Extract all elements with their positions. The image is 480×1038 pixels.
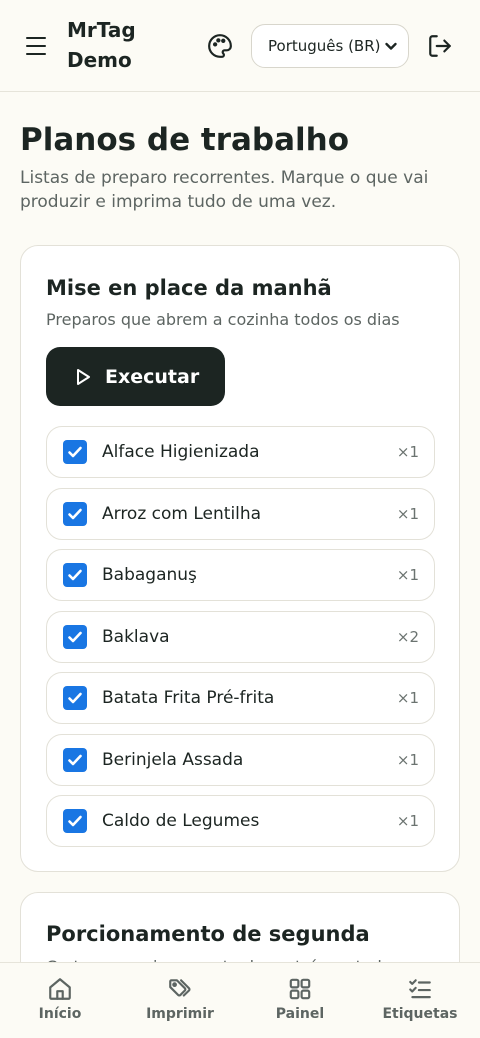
- run-button-label: Executar: [105, 365, 200, 388]
- check-icon: [68, 815, 82, 827]
- list-item[interactable]: Baklava ×2: [46, 610, 435, 663]
- bottom-nav: Início Imprimir Painel Etiquetas: [0, 962, 480, 1038]
- item-name: Alface Higienizada: [102, 442, 260, 462]
- page-title: Planos de trabalho: [20, 122, 350, 158]
- nav-item-print[interactable]: Imprimir: [120, 963, 240, 1038]
- check-icon: [68, 569, 82, 581]
- nav-label: Etiquetas: [382, 1006, 458, 1022]
- nav-label: Imprimir: [146, 1006, 214, 1022]
- list-item[interactable]: Batata Frita Pré-frita ×1: [46, 672, 435, 724]
- item-quantity: ×1: [396, 566, 419, 584]
- home-icon: [49, 978, 71, 1000]
- nav-item-labels[interactable]: Etiquetas: [360, 963, 480, 1038]
- app-header: MrTag Demo Português (BR): [0, 0, 480, 92]
- item-name: Caldo de Legumes: [102, 811, 260, 831]
- item-name: Berinjela Assada: [102, 749, 244, 770]
- list-item[interactable]: Alface Higienizada ×1: [46, 426, 435, 478]
- item-checkbox[interactable]: [63, 440, 87, 464]
- check-icon: [68, 631, 82, 642]
- check-icon: [68, 446, 82, 458]
- menu-icon[interactable]: [24, 36, 48, 56]
- check-icon: [68, 692, 82, 704]
- list-item[interactable]: Babaganuş ×1: [46, 549, 435, 601]
- item-name: Batata Frita Pré-frita: [102, 688, 275, 708]
- tags-icon: [169, 979, 191, 997]
- item-quantity: ×2: [396, 627, 419, 646]
- run-button[interactable]: Executar: [46, 347, 225, 406]
- list-item[interactable]: Berinjela Assada ×1: [46, 733, 435, 786]
- grid-icon: [289, 978, 311, 1000]
- chevron-down-icon: [385, 42, 397, 50]
- logout-icon[interactable]: [427, 33, 453, 59]
- checklist-icon: [409, 979, 431, 999]
- list-item[interactable]: Caldo de Legumes ×1: [46, 795, 435, 847]
- nav-item-dashboard[interactable]: Painel: [240, 963, 360, 1038]
- nav-label: Painel: [275, 1006, 325, 1022]
- item-quantity: ×1: [396, 750, 419, 769]
- nav-label: Início: [38, 1006, 82, 1022]
- item-checkbox[interactable]: [63, 747, 87, 772]
- item-quantity: ×1: [396, 443, 419, 461]
- plan-subtitle: Preparos que abrem a cozinha todos os di…: [46, 310, 400, 329]
- brand-line-1: MrTag: [67, 18, 136, 42]
- language-select[interactable]: Português (BR): [251, 24, 409, 68]
- item-checkbox[interactable]: [63, 809, 87, 833]
- item-quantity: ×1: [396, 812, 419, 830]
- plan-title: Porcionamento de segunda: [46, 922, 370, 946]
- plan-card: Mise en place da manhã Preparos que abre…: [20, 245, 460, 872]
- item-checkbox[interactable]: [63, 624, 87, 649]
- item-name: Baklava: [102, 626, 170, 647]
- item-checkbox[interactable]: [63, 501, 87, 526]
- item-name: Babaganuş: [102, 565, 197, 585]
- palette-icon[interactable]: [207, 33, 233, 59]
- item-quantity: ×1: [396, 504, 419, 523]
- language-select-value: Português (BR): [268, 37, 381, 55]
- check-icon: [68, 508, 82, 519]
- item-name: Arroz com Lentilha: [102, 503, 262, 524]
- play-icon: [77, 368, 90, 385]
- plan-items-list: Alface Higienizada ×1 Arroz com Lentilha…: [46, 426, 435, 857]
- item-checkbox[interactable]: [63, 563, 87, 587]
- plan-title: Mise en place da manhã: [46, 276, 332, 300]
- item-quantity: ×1: [396, 689, 419, 707]
- page-subtitle: Listas de preparo recorrentes. Marque o …: [20, 168, 429, 212]
- nav-item-home[interactable]: Início: [0, 963, 120, 1038]
- brand-title: MrTag Demo: [67, 15, 136, 75]
- list-item[interactable]: Arroz com Lentilha ×1: [46, 487, 435, 540]
- check-icon: [68, 754, 82, 765]
- brand-line-2: Demo: [67, 48, 132, 72]
- item-checkbox[interactable]: [63, 686, 87, 710]
